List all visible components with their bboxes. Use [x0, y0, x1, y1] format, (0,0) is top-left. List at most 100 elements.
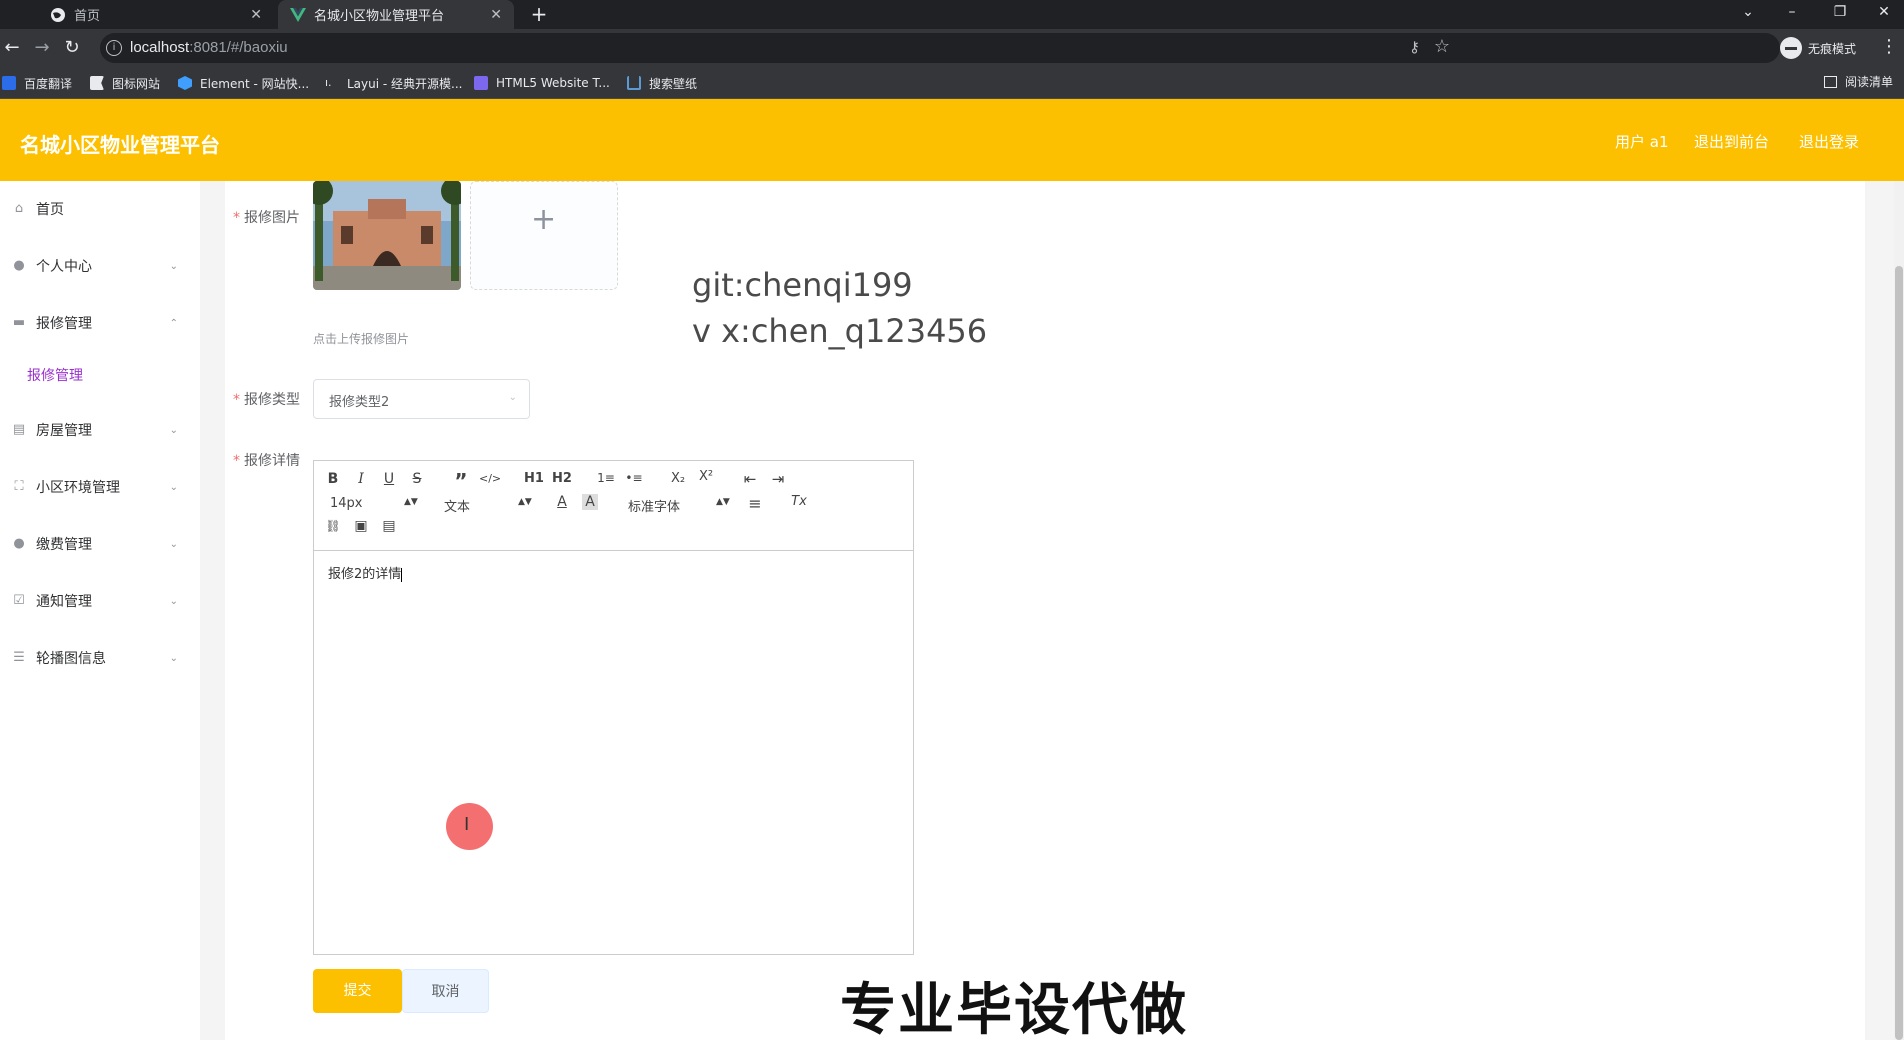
logout-link[interactable]: 退出登录	[1799, 131, 1859, 152]
font-family-select[interactable]: 标准字体 ▲▼	[628, 496, 730, 515]
background-color-icon[interactable]: A	[582, 494, 598, 510]
app-header: 名城小区物业管理平台 用户 a1 退出到前台 退出登录	[0, 99, 1904, 181]
vue-icon	[290, 7, 306, 23]
element-icon	[178, 76, 192, 90]
bookmark-item[interactable]: HTML5 Website T...	[474, 73, 610, 93]
text-caret	[401, 567, 403, 582]
bookmark-item[interactable]: 图标网站	[90, 73, 160, 93]
building-photo	[313, 181, 461, 290]
upload-tip: 点击上传报修图片	[313, 332, 410, 346]
quote-icon[interactable]: ”	[450, 469, 472, 493]
info-icon[interactable]: i	[106, 40, 122, 56]
sidebar-item-payment[interactable]: ● 缴费管理 ⌄	[0, 524, 200, 564]
bold-icon[interactable]: B	[322, 471, 344, 487]
italic-icon[interactable]: I	[350, 471, 372, 487]
tab-search-icon[interactable]: ⌄	[1726, 0, 1770, 29]
updown-icon: ▲▼	[716, 497, 730, 507]
restore-icon[interactable]: ❐	[1818, 0, 1862, 29]
strike-icon[interactable]: S	[406, 471, 428, 487]
sidebar-item-personal[interactable]: ● 个人中心 ⌄	[0, 246, 200, 286]
header-select[interactable]: 文本 ▲▼	[444, 496, 532, 515]
layui-icon: ı.	[325, 76, 332, 89]
cancel-button[interactable]: 取消	[402, 969, 489, 1013]
translate-icon	[2, 76, 16, 90]
sidebar-item-carousel[interactable]: ☰ 轮播图信息 ⌄	[0, 638, 200, 678]
subscript-icon[interactable]: X₂	[667, 471, 689, 486]
sidebar-item-home[interactable]: ⌂ 首页	[0, 189, 200, 229]
forward-icon[interactable]: →	[30, 36, 54, 60]
underline-icon[interactable]: U	[378, 471, 400, 487]
image-icon[interactable]: ▣	[350, 518, 372, 534]
chevron-down-icon: ⌄	[169, 481, 178, 493]
chevron-down-icon: ⌄	[169, 260, 178, 272]
repair-type-select[interactable]: 报修类型2 ⌄	[313, 379, 530, 419]
app-title: 名城小区物业管理平台	[20, 133, 220, 157]
browser-tab-app[interactable]: 名城小区物业管理平台 ✕	[278, 0, 514, 29]
bullet-list-icon[interactable]: •≡	[623, 471, 645, 485]
current-user: 用户 a1	[1615, 133, 1669, 151]
browser-toolbar: ← → ↻ i localhost:8081/#/baoxiu ⚷ ☆ 无痕模式…	[0, 29, 1904, 67]
outdent-icon[interactable]: ⇤	[739, 470, 761, 488]
bookmark-item[interactable]: 百度翻译	[2, 73, 72, 93]
scrollbar-thumb[interactable]	[1895, 266, 1903, 1040]
chevron-down-icon: ⌄	[169, 652, 178, 664]
to-front-link[interactable]: 退出到前台	[1694, 131, 1769, 152]
video-icon[interactable]: ▤	[378, 518, 400, 534]
code-icon[interactable]: </>	[479, 472, 501, 485]
align-icon[interactable]: ≡	[744, 494, 766, 513]
html5-icon	[474, 76, 488, 90]
indent-icon[interactable]: ⇥	[767, 470, 789, 488]
page-scrollbar[interactable]	[1894, 181, 1904, 1040]
sidebar-item-notice[interactable]: ☑ 通知管理 ⌄	[0, 581, 200, 621]
more-menu-icon[interactable]: ⋮	[1880, 36, 1898, 57]
h2-icon[interactable]: H2	[551, 471, 573, 486]
editor-content[interactable]: 报修2的详情	[328, 563, 403, 582]
type-label: * 报修类型	[233, 392, 300, 408]
chevron-down-icon: ⌄	[169, 424, 178, 436]
new-tab-button[interactable]: +	[526, 2, 552, 26]
submit-button[interactable]: 提交	[313, 969, 402, 1013]
close-icon[interactable]: ✕	[490, 7, 502, 23]
address-bar[interactable]: i localhost:8081/#/baoxiu ⚷ ☆	[100, 33, 1780, 63]
back-icon[interactable]: ←	[0, 36, 24, 60]
wallpaper-icon	[627, 76, 641, 90]
sidebar-item-environment[interactable]: ⛶ 小区环境管理 ⌄	[0, 467, 200, 507]
chevron-down-icon: ⌄	[169, 595, 178, 607]
bookmark-item[interactable]: Element - 网站快...	[178, 73, 309, 93]
h1-icon[interactable]: H1	[523, 471, 545, 486]
tab-title: 名城小区物业管理平台	[314, 9, 445, 24]
link-icon[interactable]: ⛓	[322, 519, 344, 533]
image-label: * 报修图片	[233, 210, 300, 226]
sidebar-item-repair[interactable]: ▬ 报修管理 ⌃	[0, 303, 200, 343]
close-window-icon[interactable]: ✕	[1862, 0, 1904, 29]
browser-tab-home[interactable]: 首页 ✕	[38, 0, 274, 29]
watermark-line-2: v x:chen_q123456	[692, 312, 988, 350]
detail-label: * 报修详情	[233, 453, 300, 469]
uploaded-image[interactable]	[313, 181, 461, 290]
clean-format-icon[interactable]: Tx	[788, 494, 810, 509]
incognito-indicator[interactable]: 无痕模式	[1780, 34, 1856, 62]
close-icon[interactable]: ✕	[250, 7, 262, 23]
ordered-list-icon[interactable]: 1≡	[595, 471, 617, 485]
star-icon[interactable]: ☆	[1434, 36, 1450, 57]
key-icon[interactable]: ⚷	[1409, 38, 1420, 56]
upload-add-button[interactable]: +	[470, 181, 618, 290]
sidebar-subitem-repair[interactable]: 报修管理	[27, 365, 83, 385]
plus-icon: +	[531, 202, 557, 237]
globe-icon	[50, 7, 66, 23]
minimize-icon[interactable]: –	[1770, 0, 1814, 29]
font-size-select[interactable]: 14px ▲▼	[330, 496, 418, 511]
sidebar-item-house[interactable]: ▤ 房屋管理 ⌄	[0, 410, 200, 450]
select-value: 报修类型2	[329, 395, 390, 410]
incognito-icon	[1780, 37, 1802, 59]
superscript-icon[interactable]: X²	[695, 469, 717, 484]
editor-toolbar: B I U S ” </> H1 H2 1≡ •≡ X₂ X² ⇤ ⇥ 14px…	[314, 461, 913, 551]
url-text[interactable]: localhost:8081/#/baoxiu	[130, 39, 288, 56]
bookmarks-bar: 百度翻译 图标网站 Element - 网站快... ı. Layui - 经典开…	[0, 67, 1904, 99]
reload-icon[interactable]: ↻	[60, 36, 84, 60]
bookmark-item[interactable]: ı. Layui - 经典开源模...	[325, 73, 462, 93]
reading-list-button[interactable]: 阅读清单	[1824, 73, 1893, 90]
text-color-icon[interactable]: A	[551, 494, 573, 510]
bookmark-item[interactable]: 搜索壁纸	[627, 73, 697, 93]
browser-tab-bar: 首页 ✕ 名城小区物业管理平台 ✕ + ⌄ – ❐ ✕	[0, 0, 1904, 29]
